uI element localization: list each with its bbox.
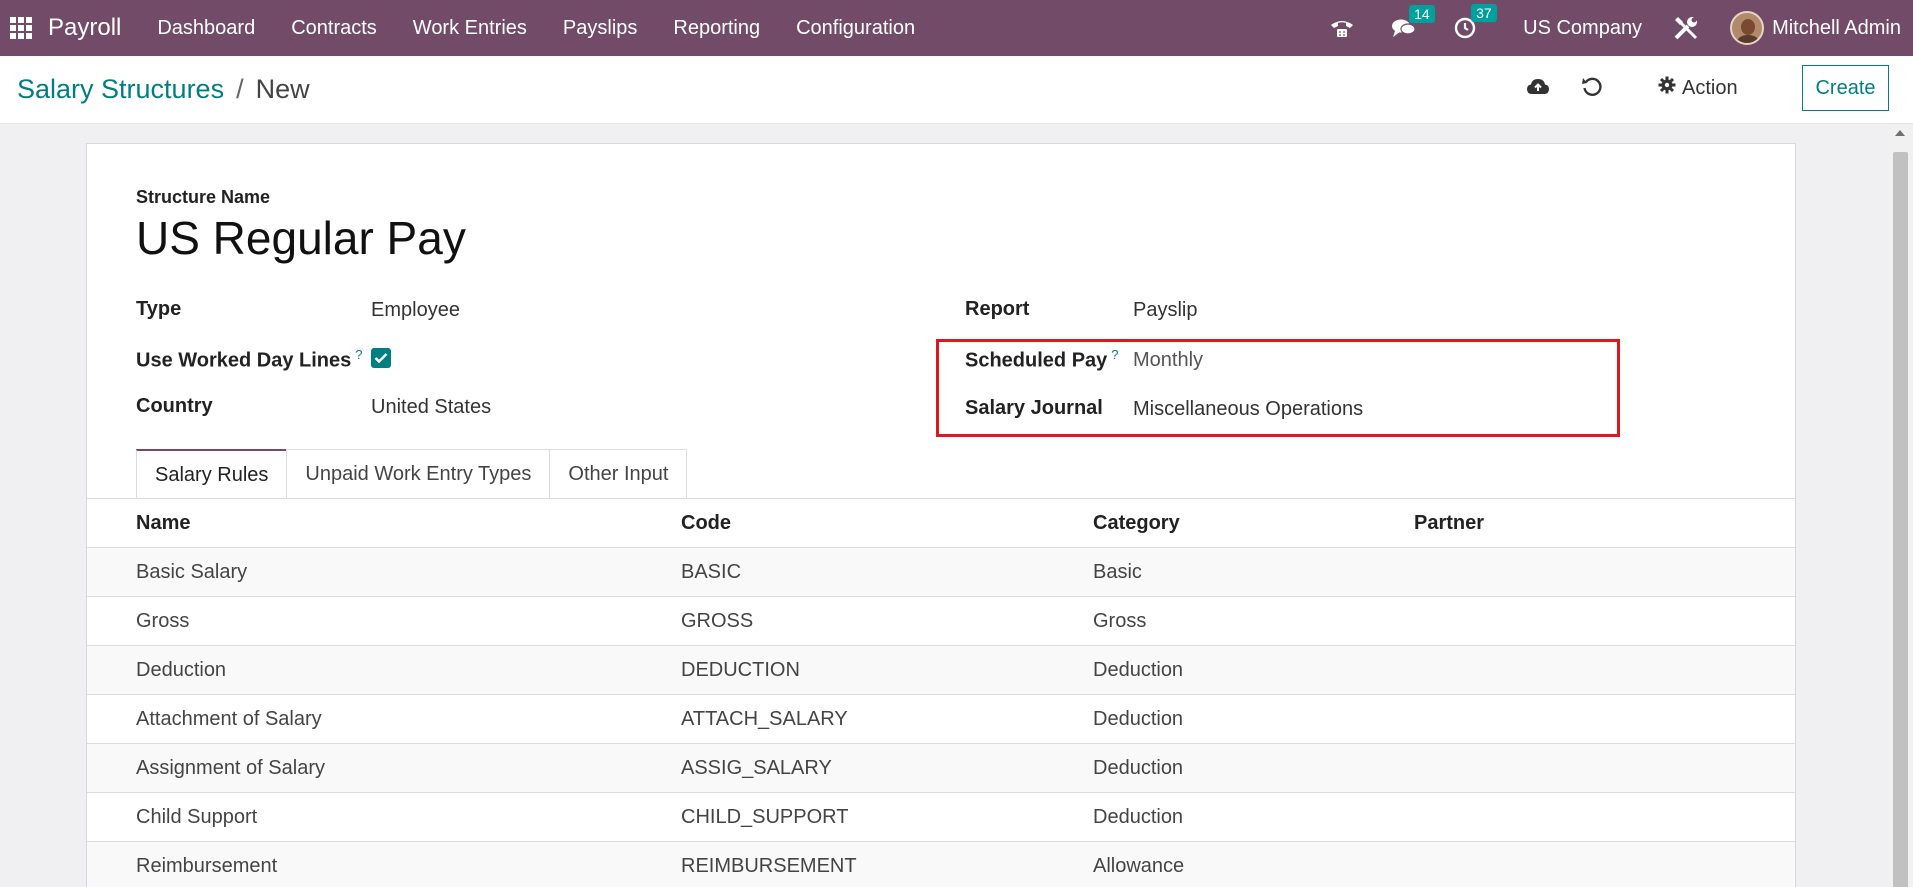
report-label: Report — [965, 298, 1030, 320]
worked-day-lines-label: Use Worked Day Lines? — [136, 347, 363, 373]
worked-day-lines-checkbox[interactable] — [371, 348, 391, 368]
menu-payslips[interactable]: Payslips — [563, 17, 637, 40]
checkmark-icon — [374, 353, 388, 364]
report-field[interactable]: Payslip — [1133, 299, 1197, 322]
menu-work-entries[interactable]: Work Entries — [413, 17, 527, 40]
cloud-upload-icon[interactable] — [1526, 76, 1550, 103]
row-code: DEDUCTION — [681, 659, 800, 681]
undo-icon[interactable] — [1581, 76, 1603, 103]
breadcrumb: Salary Structures / New — [17, 74, 310, 105]
create-button[interactable]: Create — [1802, 65, 1889, 111]
table-row[interactable]: Basic Salary BASIC Basic — [87, 548, 1795, 597]
tab-salary-rules[interactable]: Salary Rules — [136, 449, 288, 499]
table-row[interactable]: Deduction DEDUCTION Deduction — [87, 646, 1795, 695]
row-name: Assignment of Salary — [136, 757, 325, 779]
row-category: Deduction — [1093, 757, 1184, 779]
country-label: Country — [136, 395, 213, 417]
breadcrumb-separator: / — [236, 74, 244, 104]
menu-reporting[interactable]: Reporting — [673, 17, 760, 40]
menu-contracts[interactable]: Contracts — [291, 17, 377, 40]
table-row[interactable]: Child Support CHILD_SUPPORT Deduction — [87, 793, 1795, 842]
tab-unpaid-work-entry-types[interactable]: Unpaid Work Entry Types — [286, 449, 551, 499]
form-sheet: Structure Name US Regular Pay Type Emplo… — [86, 143, 1796, 887]
user-menu[interactable]: Mitchell Admin — [1772, 17, 1901, 40]
breadcrumb-current: New — [255, 74, 310, 104]
row-name: Deduction — [136, 659, 227, 681]
breadcrumb-salary-structures[interactable]: Salary Structures — [17, 74, 224, 105]
app-name[interactable]: Payroll — [48, 14, 121, 42]
action-menu-button[interactable]: Action — [1658, 76, 1738, 100]
top-navbar: Payroll Dashboard Contracts Work Entries… — [0, 0, 1913, 56]
row-category: Gross — [1093, 610, 1147, 632]
tab-other-input[interactable]: Other Input — [549, 449, 688, 499]
page-scrollbar[interactable] — [1888, 124, 1913, 887]
type-field[interactable]: Employee — [371, 299, 460, 322]
row-name: Gross — [136, 610, 190, 632]
row-category: Allowance — [1093, 855, 1185, 877]
row-category: Deduction — [1093, 659, 1184, 681]
control-panel: Salary Structures / New Action Create — [0, 56, 1913, 124]
row-name: Reimbursement — [136, 855, 278, 877]
row-code: REIMBURSEMENT — [681, 855, 857, 877]
row-code: ATTACH_SALARY — [681, 708, 848, 730]
highlight-box — [936, 339, 1620, 437]
column-partner[interactable]: Partner — [1414, 512, 1484, 535]
table-row[interactable]: Assignment of Salary ASSIG_SALARY Deduct… — [87, 744, 1795, 793]
chat-icon[interactable]: 14 — [1391, 5, 1435, 39]
type-label: Type — [136, 298, 182, 320]
notebook-tabs: Salary Rules Unpaid Work Entry Types Oth… — [136, 449, 688, 499]
column-code[interactable]: Code — [681, 512, 731, 535]
menu-configuration[interactable]: Configuration — [796, 17, 915, 40]
avatar[interactable] — [1730, 11, 1765, 45]
apps-grid-icon[interactable] — [10, 17, 32, 39]
tools-icon[interactable] — [1672, 14, 1700, 42]
row-name: Basic Salary — [136, 561, 248, 583]
help-tooltip-icon[interactable]: ? — [355, 347, 362, 362]
gear-icon — [1658, 76, 1676, 100]
row-code: CHILD_SUPPORT — [681, 806, 849, 828]
row-code: BASIC — [681, 561, 742, 583]
menu-dashboard[interactable]: Dashboard — [157, 17, 255, 40]
table-row[interactable]: Attachment of Salary ATTACH_SALARY Deduc… — [87, 695, 1795, 744]
row-code: GROSS — [681, 610, 754, 632]
table-row[interactable]: Reimbursement REIMBURSEMENT Allowance — [87, 842, 1795, 887]
phone-icon[interactable] — [1329, 17, 1355, 39]
company-switcher[interactable]: US Company — [1523, 17, 1642, 40]
row-name: Child Support — [136, 806, 258, 828]
structure-name-label: Structure Name — [136, 187, 271, 207]
scroll-up-arrow-icon[interactable] — [1895, 130, 1905, 136]
column-name[interactable]: Name — [136, 512, 190, 535]
activities-badge: 37 — [1471, 4, 1497, 22]
scroll-thumb[interactable] — [1893, 152, 1908, 887]
row-category: Deduction — [1093, 806, 1184, 828]
action-label: Action — [1682, 76, 1738, 99]
row-name: Attachment of Salary — [136, 708, 322, 730]
country-field[interactable]: United States — [371, 396, 491, 419]
row-code: ASSIG_SALARY — [681, 757, 832, 779]
clock-icon[interactable]: 37 — [1453, 4, 1497, 40]
column-category[interactable]: Category — [1093, 512, 1180, 535]
messages-badge: 14 — [1409, 5, 1435, 23]
worked-day-lines-text: Use Worked Day Lines — [136, 349, 352, 372]
row-category: Deduction — [1093, 708, 1184, 730]
salary-rules-table: Name Code Category Partner Basic Salary … — [87, 499, 1795, 887]
table-header: Name Code Category Partner — [87, 499, 1795, 548]
row-category: Basic — [1093, 561, 1142, 583]
navbar-systray: 14 37 US Company Mitchell Admin — [1311, 0, 1913, 56]
table-row[interactable]: Gross GROSS Gross — [87, 597, 1795, 646]
structure-name-field[interactable]: US Regular Pay — [136, 211, 466, 265]
